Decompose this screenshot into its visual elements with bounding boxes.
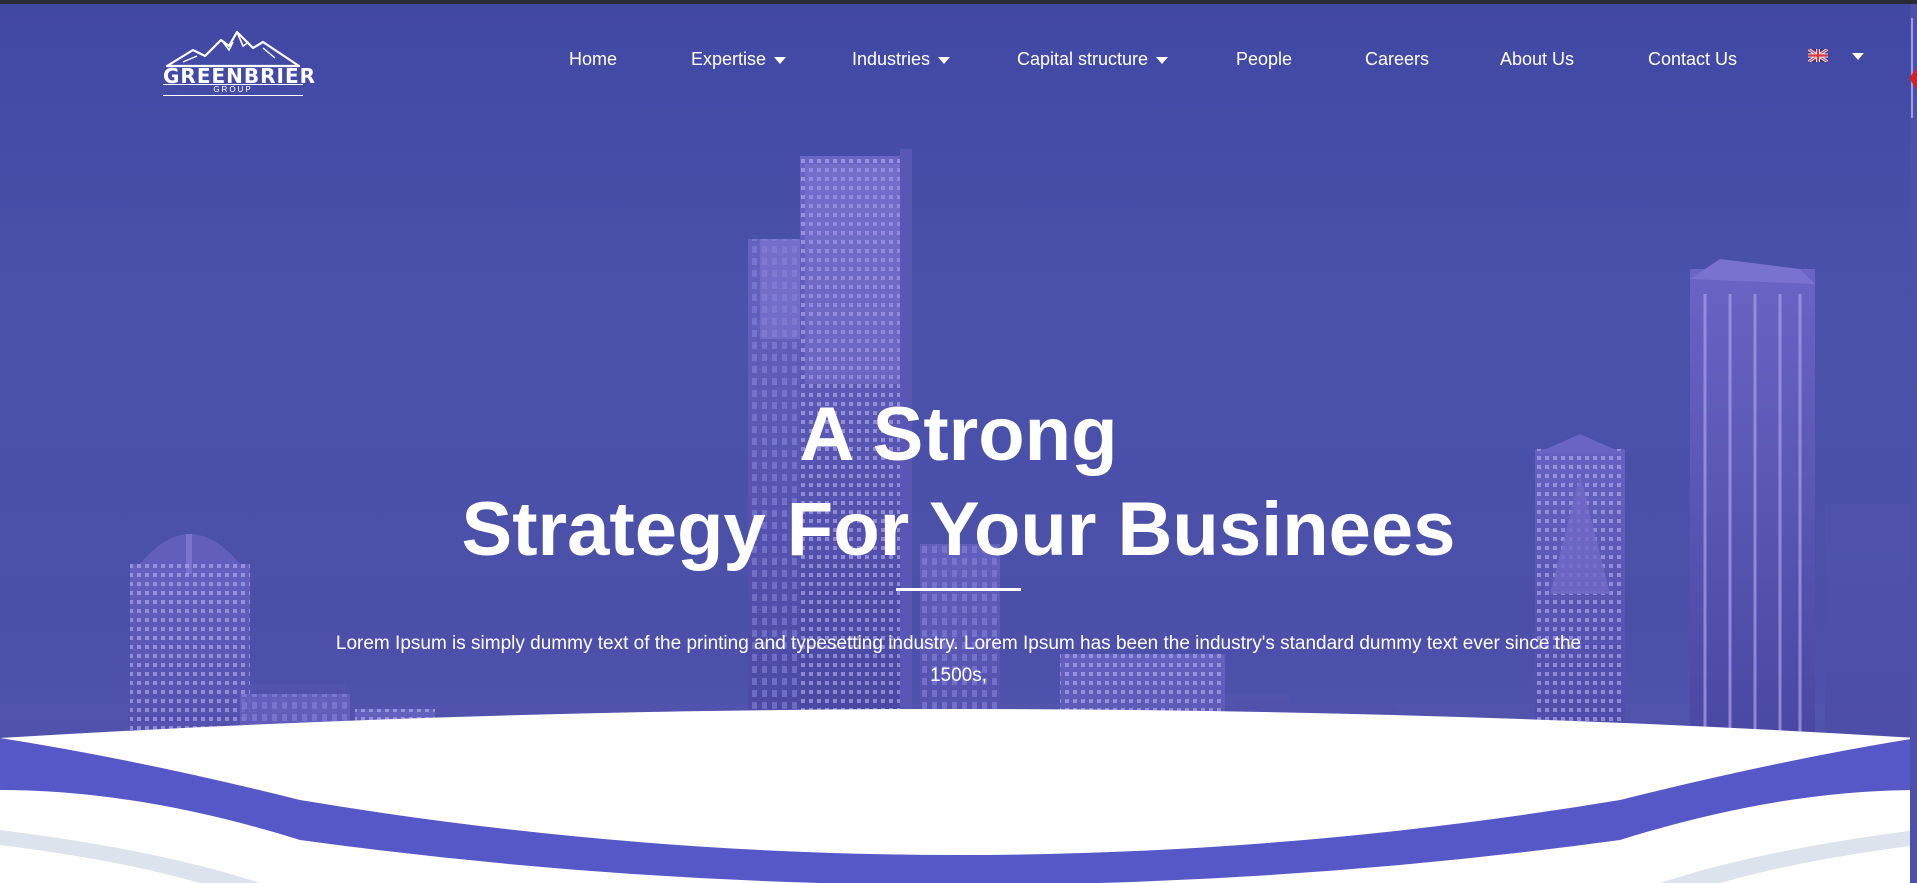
nav-home-label: Home <box>569 49 618 69</box>
nav-people-label: People <box>1236 49 1293 69</box>
site-logo[interactable]: GREENBRIER GROUP <box>163 28 315 96</box>
caret-down-icon <box>1852 53 1864 60</box>
nav-home[interactable]: Home <box>569 48 617 70</box>
nav-contact-us[interactable]: Contact Us <box>1648 48 1737 70</box>
nav-industries-label: Industries <box>852 49 931 69</box>
nav-people[interactable]: People <box>1236 48 1292 70</box>
caret-down-icon <box>774 56 787 64</box>
nav-about-us[interactable]: About Us <box>1500 48 1574 70</box>
logo-subtitle: GROUP <box>163 84 303 96</box>
nav-contact-us-label: Contact Us <box>1648 49 1738 69</box>
browser-top-edge <box>0 0 1917 4</box>
page-scrollbar[interactable] <box>1910 4 1917 883</box>
hero-section: GREENBRIER GROUP Home Expertise Industri… <box>0 4 1917 883</box>
caret-down-icon <box>938 56 951 64</box>
uk-flag-icon <box>1808 49 1828 62</box>
nav-capital-structure-label: Capital structure <box>1017 49 1149 69</box>
title-divider <box>896 588 1021 591</box>
nav-careers-label: Careers <box>1365 49 1430 69</box>
nav-careers[interactable]: Careers <box>1365 48 1429 70</box>
nav-capital-structure[interactable]: Capital structure <box>1017 48 1169 70</box>
mountain-logo-icon <box>165 30 301 68</box>
hero-title-line-1: A Strong <box>799 392 1118 477</box>
nav-expertise[interactable]: Expertise <box>691 48 787 70</box>
nav-industries[interactable]: Industries <box>852 48 951 70</box>
top-navigation: GREENBRIER GROUP Home Expertise Industri… <box>0 4 1917 104</box>
hero-title-line-2: Strategy For Your Businees <box>461 487 1456 572</box>
caret-down-icon <box>1156 56 1169 64</box>
nav-expertise-label: Expertise <box>691 49 767 69</box>
mouse-cursor-icon <box>1909 68 1917 90</box>
nav-about-us-label: About Us <box>1500 49 1575 69</box>
hero-description: Lorem Ipsum is simply dummy text of the … <box>335 633 1582 686</box>
language-selector[interactable] <box>1808 49 1864 62</box>
